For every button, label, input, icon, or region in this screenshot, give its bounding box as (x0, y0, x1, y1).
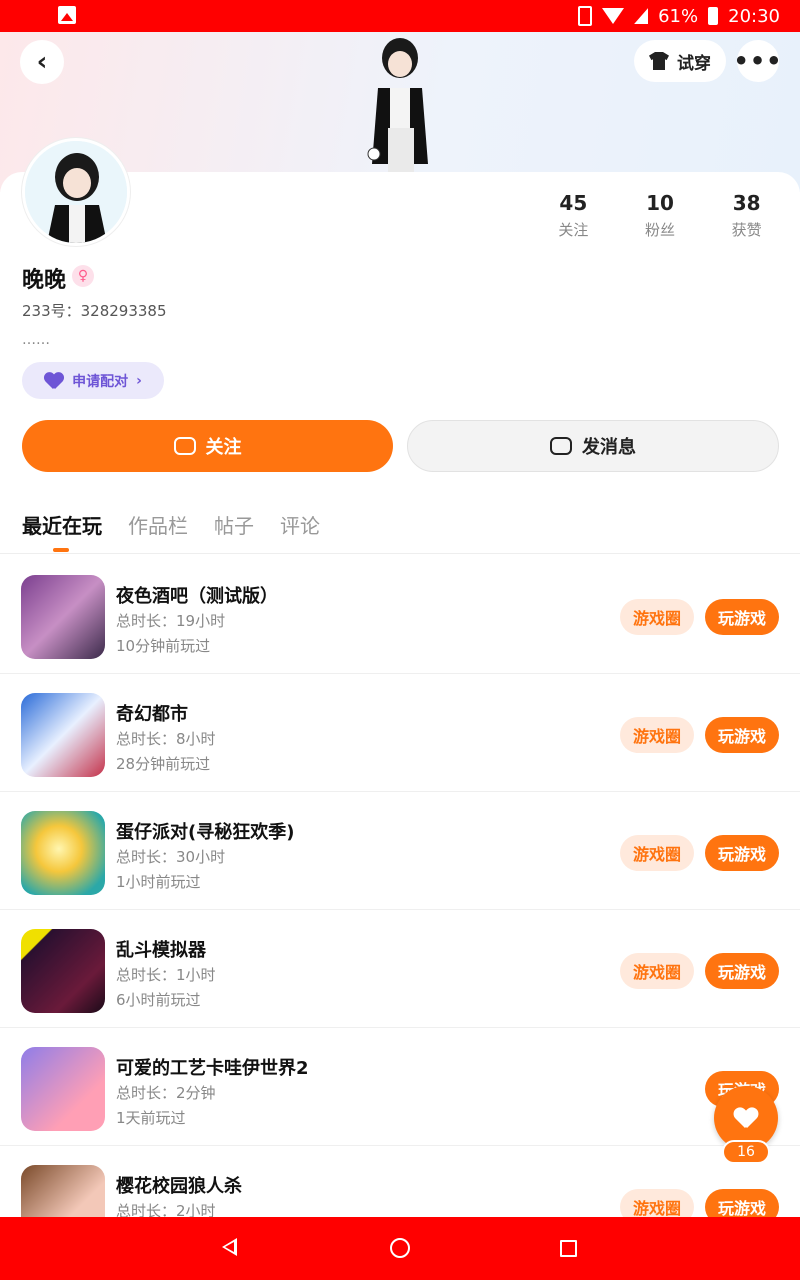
game-duration: 总时长：2分钟 (116, 1084, 216, 1102)
game-duration: 总时长：8小时 (116, 730, 216, 748)
stat-following[interactable]: 45 关注 (530, 192, 617, 240)
game-row[interactable]: 夜色酒吧（测试版） 总时长：19小时 10分钟前玩过 游戏圈 玩游戏 (0, 556, 800, 674)
chevron-right-icon: › (136, 372, 142, 389)
add-follow-icon (173, 437, 196, 455)
game-icon[interactable] (21, 929, 105, 1013)
play-game-button[interactable]: 玩游戏 (705, 835, 779, 871)
stat-label: 获赞 (731, 221, 762, 239)
recent-games-list: 夜色酒吧（测试版） 总时长：19小时 10分钟前玩过 游戏圈 玩游戏 奇幻都市 … (0, 556, 800, 1264)
heart-icon (44, 373, 64, 389)
game-icon[interactable] (21, 693, 105, 777)
stat-value: 38 (732, 191, 761, 215)
chevron-left-icon: ‹ (36, 47, 48, 77)
status-bar: 61% 20:30 (0, 0, 800, 32)
game-last-played: 6小时前玩过 (116, 991, 201, 1009)
battery-percent: 61% (658, 5, 699, 27)
tab-recently-played[interactable]: 最近在玩 (22, 510, 102, 539)
game-icon[interactable] (21, 1047, 105, 1131)
stat-label: 关注 (558, 221, 589, 239)
game-title: 奇幻都市 (116, 704, 188, 725)
play-game-button[interactable]: 玩游戏 (705, 717, 779, 753)
game-row[interactable]: 可爱的工艺卡哇伊世界2 总时长：2分钟 1天前玩过 玩游戏 (0, 1028, 800, 1146)
game-last-played: 28分钟前玩过 (116, 755, 211, 773)
profile-bio: …… (22, 332, 50, 348)
game-icon[interactable] (21, 575, 105, 659)
avatar-figure (367, 38, 428, 172)
system-nav-bar (0, 1217, 800, 1280)
user-id: 233号：328293385 (22, 302, 167, 320)
stat-value: 10 (646, 191, 674, 215)
game-row[interactable]: 蛋仔派对(寻秘狂欢季) 总时长：30小时 1小时前玩过 游戏圈 玩游戏 (0, 792, 800, 910)
tab-posts[interactable]: 帖子 (214, 510, 254, 539)
game-row[interactable]: 奇幻都市 总时长：8小时 28分钟前玩过 游戏圈 玩游戏 (0, 674, 800, 792)
game-title: 夜色酒吧（测试版） (116, 586, 278, 607)
nav-recents-icon[interactable] (560, 1240, 577, 1257)
avatar-image (25, 141, 127, 243)
stat-followers[interactable]: 10 粉丝 (617, 192, 704, 240)
chat-bubble-icon (550, 437, 572, 455)
request-pair-button[interactable]: 申请配对 › (22, 362, 164, 399)
profile-name: 晚晚 (22, 268, 67, 293)
vibrate-icon (578, 6, 593, 26)
battery-icon (708, 7, 719, 25)
nav-back-icon[interactable] (222, 1238, 237, 1256)
profile-tabs: 最近在玩 作品栏 帖子 评论 (22, 510, 320, 539)
game-last-played: 1小时前玩过 (116, 873, 201, 891)
game-duration: 总时长：19小时 (116, 612, 226, 630)
game-circle-button[interactable]: 游戏圈 (620, 953, 694, 989)
tab-works[interactable]: 作品栏 (128, 510, 188, 539)
game-title: 乱斗模拟器 (116, 940, 206, 961)
game-row[interactable]: 乱斗模拟器 总时长：1小时 6小时前玩过 游戏圈 玩游戏 (0, 910, 800, 1028)
game-icon[interactable] (21, 811, 105, 895)
shirt-icon (649, 52, 669, 70)
game-title: 樱花校园狼人杀 (116, 1176, 242, 1197)
play-game-button[interactable]: 玩游戏 (705, 953, 779, 989)
female-gender-icon: ♀ (72, 265, 94, 287)
tab-comments[interactable]: 评论 (280, 510, 320, 539)
clock: 20:30 (728, 5, 780, 27)
avatar[interactable] (22, 138, 130, 246)
play-game-button[interactable]: 玩游戏 (705, 599, 779, 635)
more-button[interactable]: ••• (733, 40, 782, 82)
try-on-label: 试穿 (677, 53, 711, 74)
game-circle-button[interactable]: 游戏圈 (620, 835, 694, 871)
game-circle-button[interactable]: 游戏圈 (620, 717, 694, 753)
game-last-played: 1天前玩过 (116, 1109, 186, 1127)
stat-likes[interactable]: 38 获赞 (703, 192, 790, 240)
heart-icon (734, 1108, 758, 1128)
stat-value: 45 (559, 191, 588, 215)
message-button[interactable]: 发消息 (407, 420, 779, 472)
back-button[interactable]: ‹ (20, 40, 64, 84)
profile-stats: 45 关注 10 粉丝 38 获赞 (530, 192, 790, 240)
nav-home-icon[interactable] (390, 1238, 410, 1258)
game-duration: 总时长：1小时 (116, 966, 216, 984)
no-signal-icon (634, 8, 649, 24)
tab-indicator (53, 548, 69, 552)
image-notification-icon (58, 6, 76, 24)
try-on-button[interactable]: 试穿 (634, 40, 726, 82)
like-count-badge: 16 (722, 1140, 770, 1164)
game-title: 蛋仔派对(寻秘狂欢季) (116, 822, 295, 843)
pair-label: 申请配对 (72, 373, 129, 390)
message-label: 发消息 (582, 437, 636, 458)
stat-label: 粉丝 (645, 221, 676, 239)
game-title: 可爱的工艺卡哇伊世界2 (116, 1058, 309, 1079)
follow-button[interactable]: 关注 (22, 420, 393, 472)
follow-label: 关注 (205, 437, 242, 458)
game-circle-button[interactable]: 游戏圈 (620, 599, 694, 635)
game-last-played: 10分钟前玩过 (116, 637, 211, 655)
wifi-icon (602, 8, 625, 24)
more-dots-icon: ••• (733, 47, 783, 75)
tabs-divider (0, 553, 800, 554)
game-duration: 总时长：30小时 (116, 848, 226, 866)
